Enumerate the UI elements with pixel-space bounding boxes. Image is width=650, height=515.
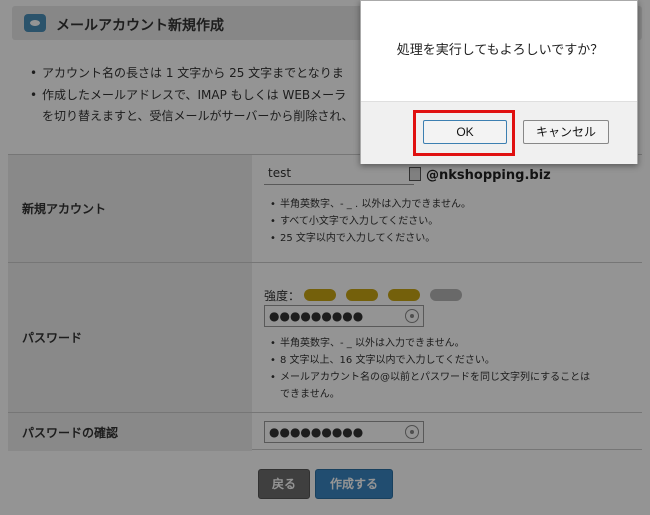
- dialog-message: 処理を実行してもよろしいですか？: [396, 43, 604, 58]
- cancel-button[interactable]: キャンセル: [523, 120, 609, 144]
- ok-button[interactable]: OK: [423, 120, 507, 144]
- confirm-dialog: 処理を実行してもよろしいですか？ OK キャンセル: [360, 0, 638, 164]
- dialog-footer: OK キャンセル: [361, 101, 637, 164]
